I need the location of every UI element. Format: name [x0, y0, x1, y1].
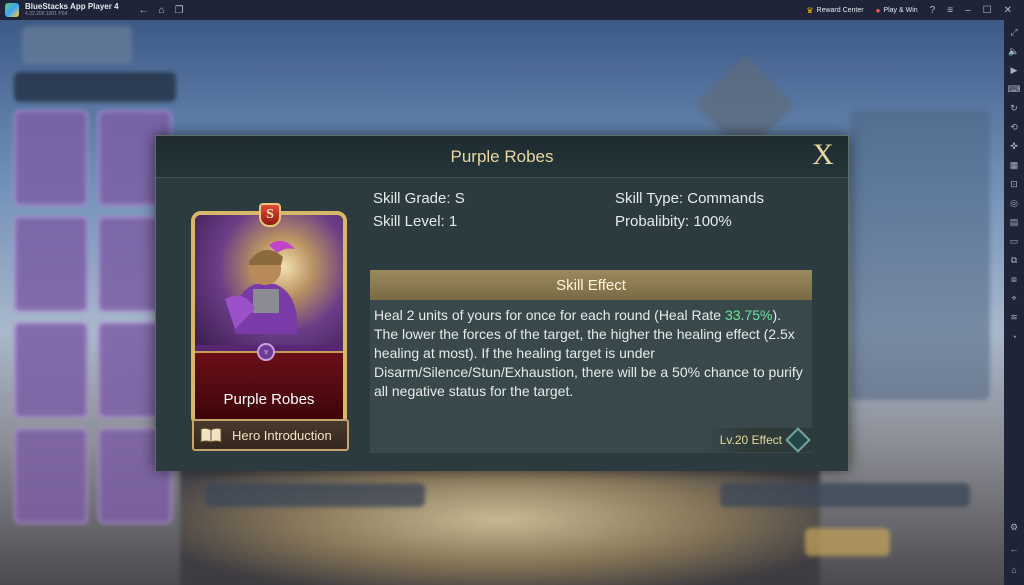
- lv20-effect-label: Lv.20 Effect: [719, 433, 782, 447]
- hero-introduction-button[interactable]: Hero Introduction: [192, 419, 349, 451]
- dialog-title: Purple Robes: [450, 146, 554, 166]
- reward-center-button[interactable]: ♛ Reward Center: [806, 6, 863, 15]
- help-icon[interactable]: ?: [930, 5, 936, 16]
- crown-icon: ♛: [806, 5, 814, 15]
- bg-side-panel-blur: [850, 110, 990, 400]
- screenshot-icon[interactable]: ⊡: [1008, 177, 1020, 192]
- copy-icon[interactable]: ⧉: [1008, 253, 1020, 268]
- skill-card: S Purple Robes ♆: [191, 203, 347, 427]
- media-icon[interactable]: ▤: [1008, 215, 1020, 230]
- card-artwork: [195, 215, 343, 345]
- video-icon[interactable]: ▶: [1008, 63, 1020, 78]
- home-nav-icon[interactable]: ⌂: [1008, 562, 1020, 577]
- volume-icon[interactable]: 🔈: [1008, 44, 1020, 59]
- macro-icon[interactable]: ▦: [1008, 158, 1020, 173]
- bluestacks-logo-icon: [5, 3, 19, 17]
- bg-hero-card: [14, 216, 88, 312]
- skill-effect-header: Skill Effect: [370, 270, 812, 300]
- bg-header-blur: [22, 26, 132, 64]
- record-icon[interactable]: ◎: [1008, 196, 1020, 211]
- skill-effect-description: Heal 2 units of yours for once for each …: [370, 300, 812, 401]
- card-name-plate: Purple Robes: [195, 351, 343, 423]
- card-frame: Purple Robes: [191, 211, 347, 427]
- lv20-effect-button[interactable]: Lv.20 Effect: [707, 427, 812, 453]
- skill-effect-panel: Skill Effect Heal 2 units of yours for o…: [370, 270, 812, 453]
- skill-probability: Probalibity: 100%: [615, 213, 732, 230]
- keyboard-icon[interactable]: ⌨: [1008, 82, 1021, 97]
- menu-icon[interactable]: ≡: [947, 5, 953, 16]
- dialog-body: S Purple Robes ♆ Hero Introduction Skill…: [156, 178, 848, 471]
- back-arrow-icon[interactable]: ←: [139, 5, 149, 16]
- gift-icon: ●: [875, 5, 881, 15]
- title-bar: BlueStacks App Player 4 4.32.200.1001 P6…: [0, 0, 1024, 20]
- home-icon[interactable]: ⌂: [159, 5, 165, 16]
- diamond-icon: [785, 427, 811, 453]
- multi-instance-icon[interactable]: ⧈: [1008, 272, 1020, 287]
- app-name-block: BlueStacks App Player 4 4.32.200.1001 P6…: [25, 3, 119, 17]
- rotate-icon[interactable]: ↻: [1008, 101, 1020, 116]
- reward-center-label: Reward Center: [816, 6, 864, 14]
- minimize-icon[interactable]: –: [965, 5, 971, 16]
- troop-type-icon: ♆: [257, 343, 275, 361]
- play-win-label: Play & Win: [883, 6, 918, 14]
- skill-level: Skill Level: 1: [373, 213, 458, 230]
- book-icon: [200, 427, 222, 443]
- skill-type: Skill Type: Commands: [615, 190, 764, 207]
- right-toolbar-bottom: ⚙ ← ⌂: [1008, 520, 1020, 577]
- fullscreen-icon[interactable]: ⤢: [1008, 25, 1020, 40]
- skill-grade: Skill Grade: S: [373, 190, 465, 207]
- skill-dialog: Purple Robes X S Purple Robes ♆ Hero Int…: [155, 135, 849, 471]
- app-version: 4.32.200.1001 P64: [25, 11, 68, 17]
- folder-icon[interactable]: ▭: [1008, 234, 1020, 249]
- hero-introduction-label: Hero Introduction: [232, 427, 332, 443]
- bg-bar-blur: [720, 483, 970, 507]
- bg-hero-card: [14, 322, 88, 418]
- tabs-icon[interactable]: ❐: [175, 5, 184, 16]
- settings-icon[interactable]: ⚙: [1008, 520, 1020, 535]
- effect-text-start: Heal 2 units of yours for once for each …: [374, 307, 725, 323]
- close-dialog-button[interactable]: X: [810, 140, 836, 170]
- bg-hero-card: [14, 428, 88, 524]
- layers-icon[interactable]: ≋: [1008, 310, 1020, 325]
- bg-dropdown-blur: [14, 72, 176, 102]
- right-toolbar: ⤢ 🔈 ▶ ⌨ ↻ ⟲ ✜ ▦ ⊡ ◎ ▤ ▭ ⧉ ⧈ ⌖ ≋ ◔ ⚙ ← ⌂: [1004, 20, 1024, 585]
- bg-bar-blur: [205, 483, 425, 507]
- heal-rate-value: 33.75%: [724, 307, 773, 323]
- dialog-header: Purple Robes X: [156, 136, 848, 178]
- shake-icon[interactable]: ⟲: [1008, 120, 1020, 135]
- title-right: ♛ Reward Center ● Play & Win ? ≡ – ☐ ✕: [806, 5, 1024, 16]
- maximize-icon[interactable]: ☐: [983, 5, 992, 16]
- bg-button-blur: [805, 528, 890, 556]
- eco-mode-icon[interactable]: ◔: [1008, 329, 1020, 344]
- title-nav: ← ⌂ ❐: [139, 5, 184, 16]
- grade-badge: S: [259, 203, 281, 227]
- bg-hero-card: [14, 110, 88, 206]
- warrior-portrait-icon: [225, 240, 298, 334]
- close-window-icon[interactable]: ✕: [1004, 5, 1012, 16]
- app-title: BlueStacks App Player 4: [25, 2, 119, 11]
- location-icon[interactable]: ⌖: [1008, 291, 1020, 306]
- play-win-button[interactable]: ● Play & Win: [876, 6, 918, 15]
- back-icon[interactable]: ←: [1008, 541, 1020, 556]
- gamepad-icon[interactable]: ✜: [1008, 139, 1020, 154]
- card-name: Purple Robes: [223, 391, 315, 408]
